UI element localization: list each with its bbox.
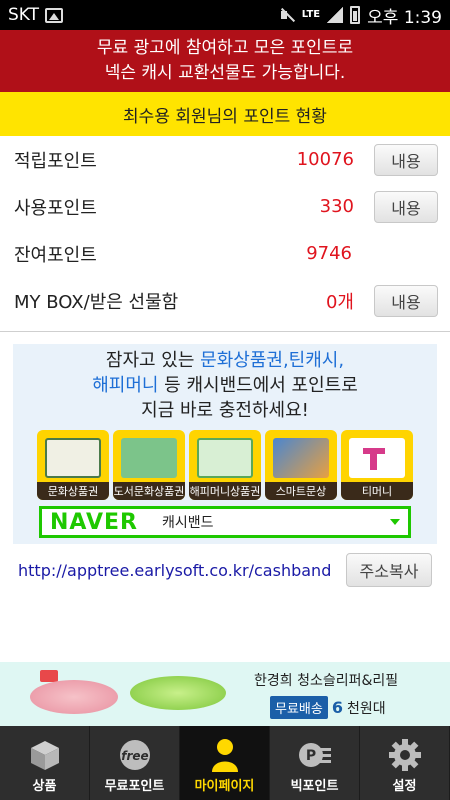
person-icon [211,739,238,772]
mybox-detail-button[interactable]: 내용 [374,284,438,317]
points-row-earned: 적립포인트 10076 내용 [0,136,450,183]
voucher-tile[interactable]: 해피머니상품권 [189,430,261,500]
points-label: 사용포인트 [14,197,97,219]
ad-price-line: 무료배송 6 천원대 [270,696,386,719]
clock: 오후 1:39 [367,7,442,28]
voucher-tile[interactable]: 티머니 [341,430,413,500]
voucher-caption: 스마트문상 [265,482,337,500]
cashband-ad[interactable]: 잠자고 있는 문화상품권,틴캐시, 해피머니 등 캐시밴드에서 포인트로 지금 … [13,344,437,544]
voucher-tile[interactable]: 스마트문상 [265,430,337,500]
brand-tag-icon [40,670,58,682]
pink-slipper-image [30,680,118,714]
nav-label: 마이페이지 [194,779,255,794]
earned-detail-button[interactable]: 내용 [374,143,438,176]
points-row-used: 사용포인트 330 내용 [0,183,450,230]
nav-label: 상품 [32,779,57,794]
points-row-mybox: MY BOX/받은 선물함 0개 내용 [0,277,450,324]
ad-line-3: 지금 바로 충전하세요! [141,400,309,421]
ad-line-1b: 문화상품권,틴캐시, [200,350,345,371]
ad-line-2a: 해피머니 [92,375,159,396]
dropdown-arrow-icon [390,519,400,525]
voucher-caption: 도서문화상품권 [113,482,185,500]
ad-title: 한경희 청소슬리퍼&리필 [254,673,399,689]
svg-text:free: free [121,749,148,763]
cashband-url-link[interactable]: http://apptree.earlysoft.co.kr/cashband [18,561,346,580]
voucher-caption: 해피머니상품권 [189,482,261,500]
big-point-icon: P [298,743,331,767]
used-detail-button[interactable]: 내용 [374,190,438,223]
voucher-tiles: 문화상품권 도서문화상품권 해피머니상품권 스마트문상 티머니 [37,430,413,500]
points-row-remaining: 잔여포인트 9746 [0,230,450,277]
product-box-icon [30,741,59,770]
copy-url-button[interactable]: 주소복사 [346,553,432,587]
points-value: 10076 [296,149,354,170]
nav-item-free-points[interactable]: free 무료포인트 [90,726,180,800]
points-value: 9746 [306,243,352,264]
bottom-ad-banner[interactable]: 한경희 청소슬리퍼&리필 무료배송 6 천원대 [0,662,450,726]
smart-voucher-icon [273,438,329,478]
points-header: 최수용 회원님의 포인트 현황 [0,92,450,136]
naver-query: 캐시밴드 [162,515,214,531]
free-point-icon: free [119,740,150,770]
ad-text: 잠자고 있는 문화상품권,틴캐시, 해피머니 등 캐시밴드에서 포인트로 지금 … [13,344,437,423]
nav-label: 빅포인트 [290,779,339,794]
voucher-tile[interactable]: 도서문화상품권 [113,430,185,500]
points-label: 적립포인트 [14,150,97,172]
book-voucher-icon [121,438,177,478]
points-label: 잔여포인트 [14,244,97,266]
status-bar: SKT LTE 오후 1:39 [0,0,450,30]
nav-item-products[interactable]: 상품 [0,726,90,800]
nav-item-settings[interactable]: 설정 [360,726,450,800]
ad-line-1a: 잠자고 있는 [105,350,201,371]
voucher-caption: 문화상품권 [37,482,109,500]
voucher-tile[interactable]: 문화상품권 [37,430,109,500]
tmoney-icon [349,438,405,478]
naver-logo: NAVER [50,509,138,535]
divider [0,331,450,332]
naver-search-box[interactable]: NAVER 캐시밴드 [39,506,411,538]
price-unit: 천원대 [346,700,386,717]
bottom-navigation: 상품 free 무료포인트 마이페이지 P 빅포인트 설정 [0,726,450,800]
gear-icon [388,739,421,771]
nav-label: 무료포인트 [104,779,165,794]
url-row: http://apptree.earlysoft.co.kr/cashband … [0,550,450,590]
culture-voucher-icon [45,438,101,478]
promo-banner: 무료 광고에 참여하고 모은 포인트로 넥슨 캐시 교환선물도 가능합니다. [0,30,450,92]
svg-text:P: P [305,748,315,764]
points-value: 330 [319,196,354,217]
banner-line-2: 넥슨 캐시 교환선물도 가능합니다. [104,63,346,83]
network-type: LTE [301,9,321,20]
ad-line-2b: 등 캐시밴드에서 포인트로 [158,375,358,396]
nav-item-big-point[interactable]: P 빅포인트 [270,726,360,800]
points-value: 0개 [325,291,354,313]
points-label: MY BOX/받은 선물함 [14,291,179,313]
green-slipper-image [130,676,226,710]
carrier-label: SKT [8,5,40,25]
price-number: 6 [331,698,343,717]
nav-item-mypage[interactable]: 마이페이지 [180,726,270,800]
free-shipping-badge: 무료배송 [270,696,328,719]
nav-label: 설정 [392,779,417,794]
mute-icon [279,7,295,23]
points-list: 적립포인트 10076 내용 사용포인트 330 내용 잔여포인트 9746 M… [0,136,450,331]
battery-icon [350,6,361,24]
voucher-caption: 티머니 [341,482,413,500]
happymoney-voucher-icon [197,438,253,478]
image-notification-icon [45,7,64,23]
signal-icon [327,7,344,23]
banner-line-1: 무료 광고에 참여하고 모은 포인트로 [96,38,354,58]
